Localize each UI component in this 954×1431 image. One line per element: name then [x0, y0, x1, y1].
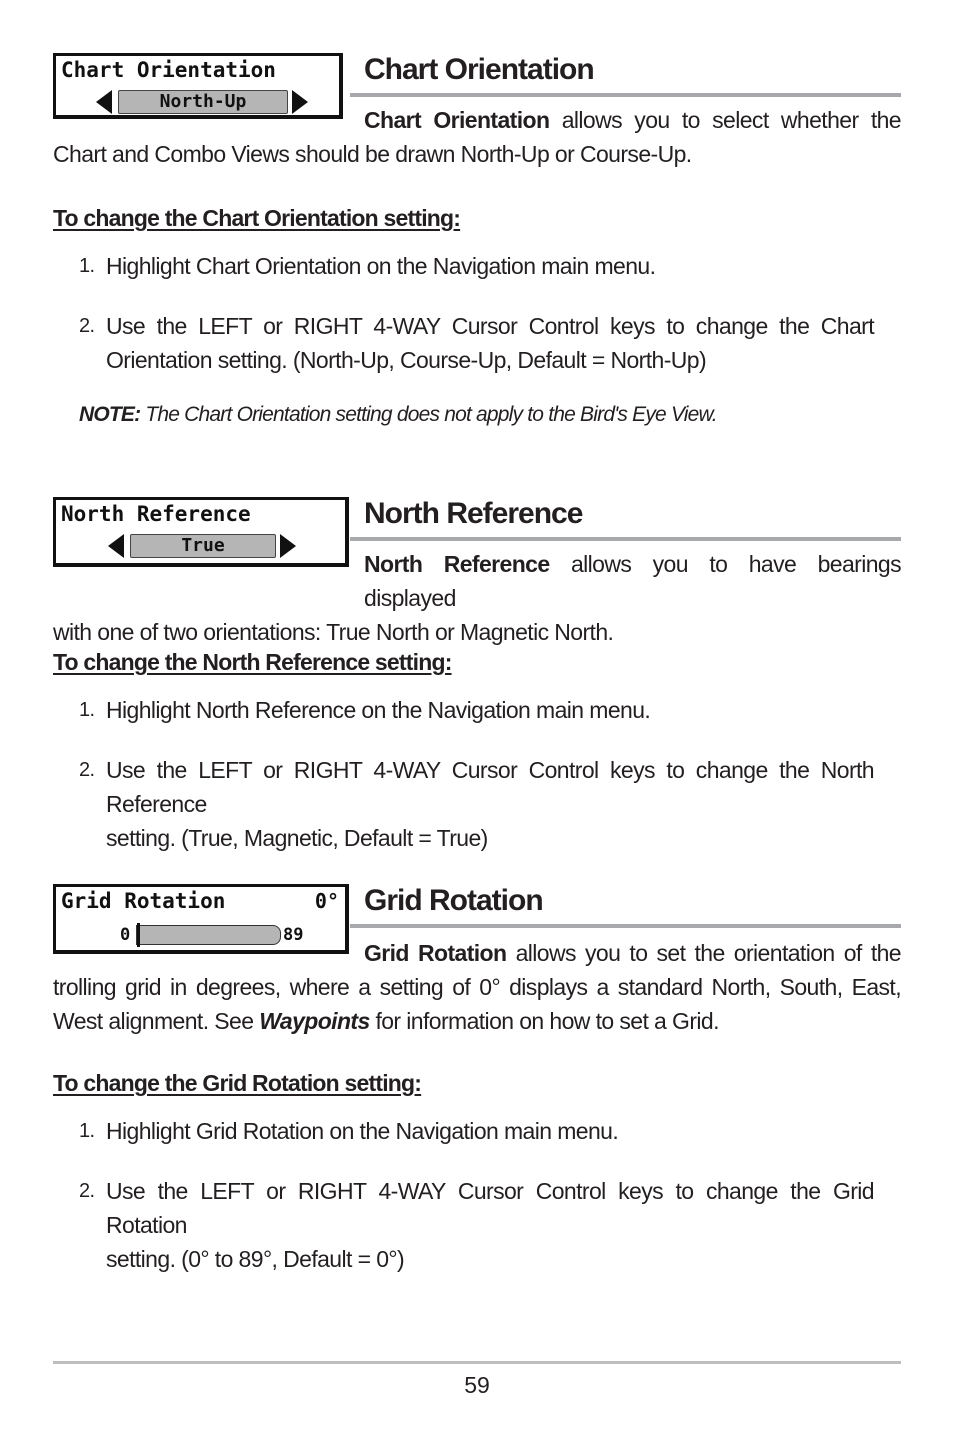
note-label: NOTE: [79, 403, 141, 426]
section-heading: Chart Orientation [364, 53, 595, 86]
instructions-subhead: To change the North Reference setting: [53, 649, 452, 675]
intro-bold-term: Chart Orientation [364, 107, 550, 133]
page-number: 59 [464, 1372, 490, 1398]
waypoints-reference: Waypoints [259, 1008, 370, 1034]
step-item: 2. Use the LEFT or RIGHT 4-WAY Cursor Co… [79, 313, 875, 373]
step-item: 1. Highlight North Reference on the Navi… [79, 697, 651, 723]
instructions-subhead: To change the Chart Orientation setting: [53, 205, 461, 231]
widget-title: North Reference [61, 502, 251, 526]
step-item: 2. Use the LEFT or RIGHT 4-WAY Cursor Co… [79, 1178, 875, 1272]
footer-rule [53, 1361, 901, 1364]
heading-rule [350, 537, 901, 541]
section-intro: Chart Orientation allows you to select w… [53, 107, 902, 167]
section-heading: North Reference [364, 497, 583, 530]
step-item: 1. Highlight Grid Rotation on the Naviga… [79, 1118, 619, 1144]
section-intro: Grid Rotation allows you to set the orie… [53, 940, 902, 1034]
step-item: 2. Use the LEFT or RIGHT 4-WAY Cursor Co… [79, 757, 875, 851]
heading-rule [350, 924, 901, 928]
section-intro: North Reference allows you to have beari… [53, 551, 902, 645]
section-heading: Grid Rotation [364, 884, 544, 917]
intro-bold-term: North Reference [364, 551, 550, 577]
note: NOTE: The Chart Orientation setting does… [79, 403, 718, 426]
step-item: 1. Highlight Chart Orientation on the Na… [79, 253, 656, 279]
heading-rule [350, 93, 901, 97]
instructions-subhead: To change the Grid Rotation setting: [53, 1070, 422, 1096]
intro-bold-term: Grid Rotation [364, 940, 507, 966]
widget-current-value: 0° [314, 889, 339, 913]
widget-title: Chart Orientation [61, 58, 276, 82]
widget-title: Grid Rotation [61, 889, 226, 913]
